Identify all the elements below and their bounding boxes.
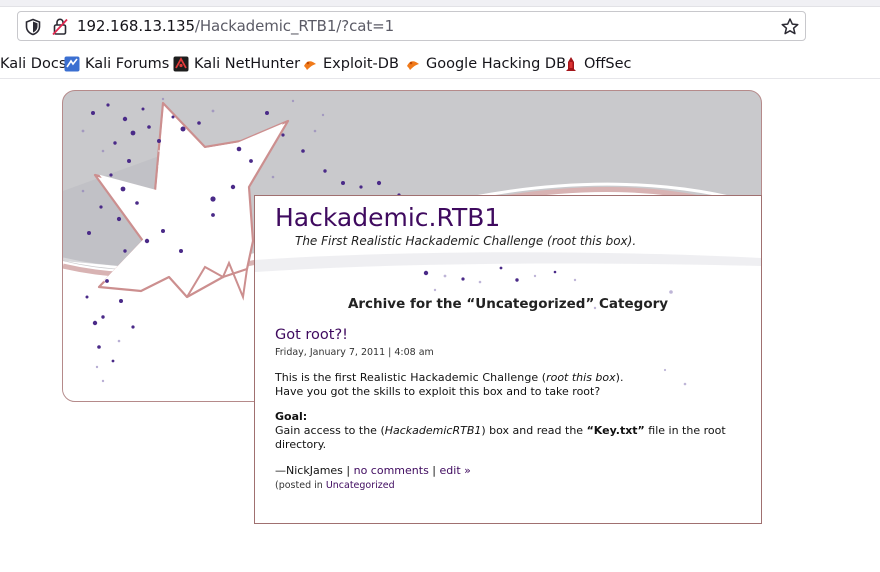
bookmark-label: Kali Docs: [0, 56, 67, 72]
url-host: 192.168.13.135: [77, 17, 195, 35]
bookmark-label: OffSec: [584, 56, 632, 72]
post-date: Friday, January 7, 2011 | 4:08 am: [275, 347, 434, 358]
post-paragraph-2: Gain access to the (HackademicRTB1) box …: [275, 424, 735, 452]
text-run-italic: root this box: [546, 371, 616, 384]
bookmark-star-icon[interactable]: [780, 17, 800, 41]
post-paragraph-1: This is the first Realistic Hackademic C…: [275, 371, 623, 399]
post-meta: —NickJames | no comments | edit »: [275, 464, 471, 477]
text-run: Have you got the skills to exploit this …: [275, 385, 601, 398]
tracking-shield-icon[interactable]: [24, 18, 42, 40]
post-title: Got root?!: [275, 327, 348, 343]
archive-suffix: Category: [594, 296, 669, 312]
kali-forums-icon: [64, 56, 80, 72]
bookmark-label: Google Hacking DB: [426, 56, 567, 72]
url-path: /Hackademic_RTB1/?cat=1: [194, 17, 395, 35]
text-run-bold: Realistic Hackademic Challenge: [359, 371, 539, 384]
exploit-db-icon: [302, 56, 318, 72]
text-run: (: [538, 371, 547, 384]
archive-close-quote: ”: [585, 296, 595, 312]
posted-prefix: (posted in: [275, 480, 326, 491]
text-run: ) box and read the: [481, 424, 587, 437]
address-bar[interactable]: 192.168.13.135/Hackademic_RTB1/?cat=1: [17, 11, 806, 41]
insecure-lock-icon[interactable]: [51, 17, 69, 40]
url-text[interactable]: 192.168.13.135/Hackademic_RTB1/?cat=1: [77, 18, 394, 35]
bookmark-label: Kali NetHunter: [194, 56, 301, 72]
archive-heading: Archive for the “Uncategorized” Category: [255, 296, 761, 312]
text-run: ).: [615, 371, 624, 384]
offsec-icon: [563, 56, 579, 72]
post-author: —NickJames: [275, 464, 343, 477]
separator: |: [428, 464, 440, 477]
text-run-italic: HackademicRTB1: [384, 424, 482, 437]
blog-title[interactable]: Hackademic.RTB1: [275, 203, 500, 232]
bookmark-label: Kali Forums: [85, 56, 170, 72]
text-run: Gain access to the (: [275, 424, 385, 437]
goal-heading: Goal:: [275, 410, 308, 423]
browser-tabstrip-edge: [0, 0, 880, 7]
edit-link[interactable]: edit »: [440, 464, 471, 477]
bookmark-label: Exploit-DB: [323, 56, 399, 72]
blog-tagline: The First Realistic Hackademic Challenge…: [295, 234, 637, 248]
nethunter-icon: [173, 56, 189, 72]
comments-link[interactable]: no comments: [354, 464, 429, 477]
bookmarks-toolbar: Kali Docs Kali Forums Kali NetHunter Exp…: [0, 50, 880, 79]
archive-category-name: Uncategorized: [475, 296, 586, 312]
text-run: This is the first: [275, 371, 360, 384]
separator: |: [342, 464, 354, 477]
post-title-link[interactable]: Got root?!: [275, 327, 348, 343]
archive-prefix: Archive for the: [347, 296, 467, 312]
category-link[interactable]: Uncategorized: [326, 480, 395, 491]
ghdb-icon: [405, 56, 421, 72]
text-run-bold: “Key.txt”: [586, 424, 645, 437]
posted-in: (posted in Uncategorized: [275, 480, 395, 491]
archive-open-quote: “: [466, 296, 476, 312]
